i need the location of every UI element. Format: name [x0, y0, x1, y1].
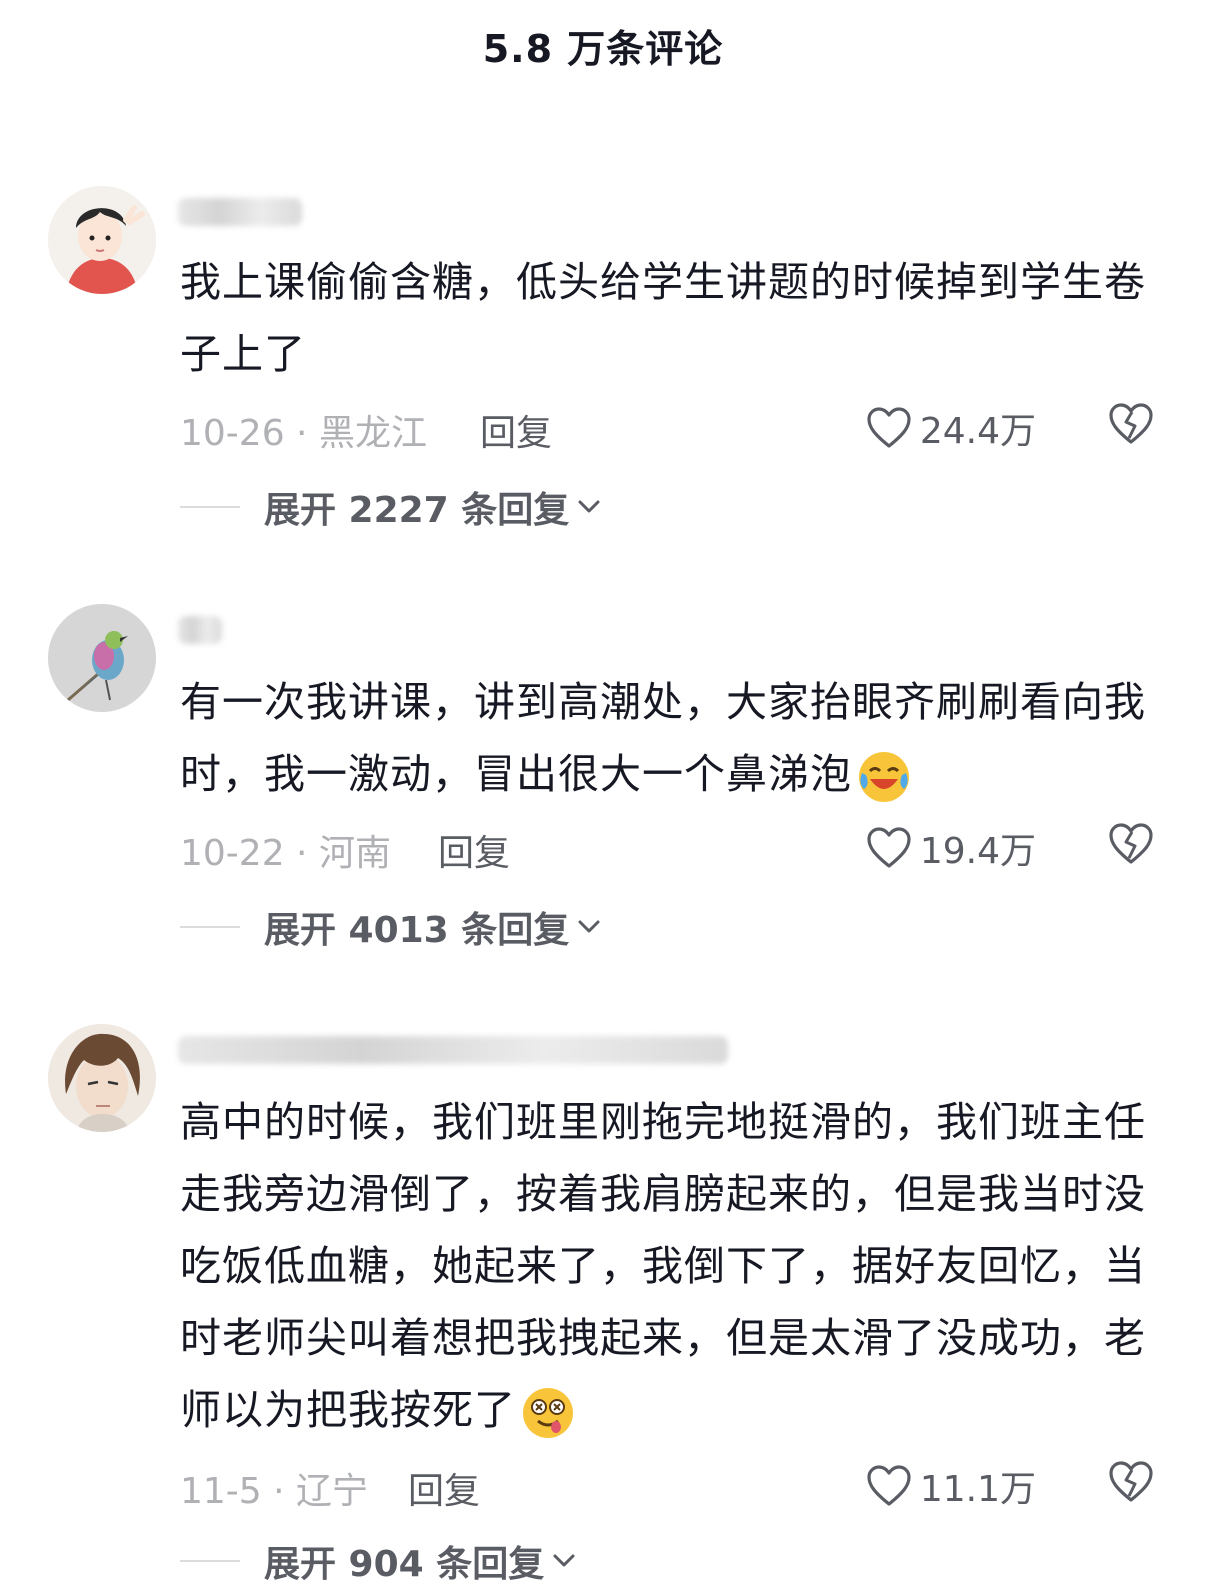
reply-button[interactable]: 回复 [480, 404, 552, 456]
comment-meta: 10-26 · 黑龙江 回复 24.4万 [180, 402, 1160, 454]
reply-button[interactable]: 回复 [408, 1462, 480, 1514]
divider [180, 926, 240, 928]
comment-text: 我上课偷偷含糖，低头给学生讲题的时候掉到学生卷子上了 [180, 258, 1146, 378]
expand-replies-button[interactable]: 展开 904 条回复 [180, 1536, 576, 1586]
comment-text-content: 高中的时候，我们班里刚拖完地挺滑的，我们班主任走我旁边滑倒了，按着我肩膀起来的，… [180, 1098, 1146, 1434]
anime-man-avatar-icon [48, 1024, 156, 1132]
chevron-down-icon [578, 500, 600, 513]
chevron-down-icon [578, 920, 600, 933]
heart-outline-icon [867, 827, 911, 868]
expand-replies-label: 展开 904 条回复 [264, 1544, 545, 1585]
heart-outline-icon [867, 1465, 911, 1506]
divider [180, 1560, 240, 1562]
like-button[interactable]: 19.4万 [866, 822, 1036, 874]
comments-count-title: 5.8 万条评论 [482, 27, 724, 71]
username-blurred[interactable] [178, 616, 222, 644]
divider [180, 506, 240, 508]
dizzy-face-emoji-icon [520, 1385, 576, 1441]
username-blurred[interactable] [178, 1036, 728, 1064]
comment-text-content: 有一次我讲课，讲到高潮处，大家抬眼齐刷刷看向我时，我一激动，冒出很大一个鼻涕泡 [180, 678, 1146, 798]
broken-heart-icon [1109, 403, 1153, 444]
expand-replies-button[interactable]: 展开 4013 条回复 [180, 902, 601, 952]
dislike-button[interactable] [1108, 822, 1154, 875]
heart-outline-icon [867, 407, 911, 448]
broken-heart-icon [1109, 823, 1153, 864]
username-blurred[interactable] [178, 198, 302, 226]
date-location: 10-22 · 河南 [180, 833, 391, 874]
like-count: 24.4万 [919, 411, 1036, 452]
comment-meta: 11-5 · 辽宁 回复 11.1万 [180, 1460, 1160, 1512]
avatar[interactable] [48, 186, 156, 294]
expand-replies-button[interactable]: 展开 2227 条回复 [180, 482, 601, 532]
like-button[interactable]: 24.4万 [866, 402, 1036, 454]
chevron-down-icon [553, 1554, 575, 1567]
comment-text: 有一次我讲课，讲到高潮处，大家抬眼齐刷刷看向我时，我一激动，冒出很大一个鼻涕泡 [180, 666, 1160, 810]
broken-heart-icon [1109, 1461, 1153, 1502]
avatar[interactable] [48, 1024, 156, 1132]
like-button[interactable]: 11.1万 [866, 1460, 1036, 1512]
dislike-button[interactable] [1108, 402, 1154, 455]
expand-replies-label: 展开 2227 条回复 [264, 490, 570, 531]
expand-replies-label: 展开 4013 条回复 [264, 910, 570, 951]
comment-text: 高中的时候，我们班里刚拖完地挺滑的，我们班主任走我旁边滑倒了，按着我肩膀起来的，… [180, 1086, 1160, 1446]
like-count: 19.4万 [919, 831, 1036, 872]
date-location: 10-26 · 黑龙江 [180, 413, 427, 454]
boy-cartoon-avatar-icon [48, 186, 156, 294]
dislike-button[interactable] [1108, 1460, 1154, 1513]
bird-avatar-icon [48, 604, 156, 712]
avatar[interactable] [48, 604, 156, 712]
date-location: 11-5 · 辽宁 [180, 1471, 369, 1512]
like-count: 11.1万 [919, 1469, 1036, 1510]
laughing-crying-emoji-icon [856, 749, 912, 805]
reply-button[interactable]: 回复 [438, 824, 510, 876]
comment-meta: 10-22 · 河南 回复 19.4万 [180, 822, 1160, 874]
